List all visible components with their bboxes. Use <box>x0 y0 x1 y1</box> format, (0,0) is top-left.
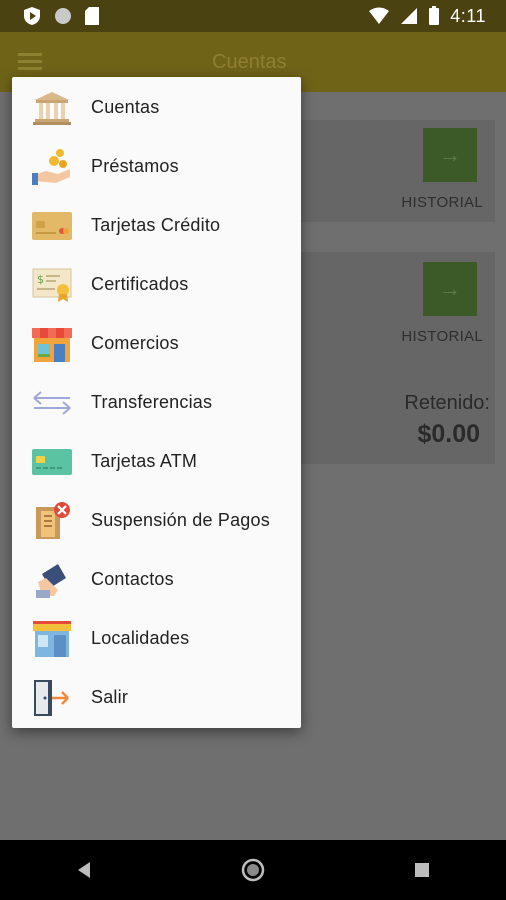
battery-icon <box>429 6 440 25</box>
loan-coins-icon <box>32 147 72 187</box>
history-label: HISTORIAL <box>401 328 483 345</box>
play-protect-icon <box>24 7 40 25</box>
menu-item-label: Préstamos <box>91 156 179 176</box>
menu-item-label: Transferencias <box>91 392 213 412</box>
atm-card-icon <box>32 442 72 482</box>
menu-item-label: Contactos <box>91 569 174 589</box>
page-title: Cuentas <box>212 50 287 73</box>
menu-item-label: Salir <box>91 687 129 707</box>
menu-item-label: Tarjetas ATM <box>91 451 198 471</box>
arrow-right-icon: → <box>439 276 461 301</box>
status-right: 4:11 <box>368 6 506 27</box>
locations-building-icon <box>32 619 72 659</box>
history-label: HISTORIAL <box>401 194 483 211</box>
home-button[interactable] <box>223 840 283 900</box>
menu-item-transferencias[interactable]: Transferencias <box>12 373 301 432</box>
transfer-arrows-icon <box>32 383 72 423</box>
credit-card-icon <box>32 206 72 246</box>
status-bar: 4:11 <box>0 0 506 32</box>
contacts-phone-icon <box>32 560 72 600</box>
store-icon <box>32 324 72 364</box>
menu-item-label: Tarjetas Crédito <box>91 215 221 235</box>
menu-item-comercios[interactable]: Comercios <box>12 314 301 373</box>
system-navigation-bar <box>0 840 506 900</box>
menu-item-cuentas[interactable]: Cuentas <box>12 78 301 137</box>
navigation-drawer: Cuentas Préstamos Tarjetas Crédito $ Cer… <box>12 77 301 728</box>
svg-text:$: $ <box>37 273 44 286</box>
menu-item-tarjetas-credito[interactable]: Tarjetas Crédito <box>12 196 301 255</box>
menu-item-tarjetas-atm[interactable]: Tarjetas ATM <box>12 432 301 491</box>
certificate-icon: $ <box>32 265 72 305</box>
history-button[interactable]: → <box>423 128 477 182</box>
circle-notification-icon <box>55 8 71 24</box>
payment-suspension-icon <box>32 501 72 541</box>
wifi-icon <box>369 7 390 24</box>
menu-icon[interactable] <box>18 53 42 71</box>
recents-square-icon <box>414 863 429 877</box>
menu-item-label: Localidades <box>91 628 190 648</box>
signal-icon <box>401 8 418 24</box>
history-button[interactable]: → <box>423 262 477 316</box>
menu-item-label: Suspensión de Pagos <box>91 510 270 530</box>
menu-item-salir[interactable]: Salir <box>12 668 301 727</box>
menu-item-label: Comercios <box>91 333 179 353</box>
retained-value: $0.00 <box>417 420 480 448</box>
menu-item-label: Certificados <box>91 274 189 294</box>
recents-button[interactable] <box>392 840 452 900</box>
menu-item-contactos[interactable]: Contactos <box>12 550 301 609</box>
menu-item-suspension-de-pagos[interactable]: Suspensión de Pagos <box>12 491 301 550</box>
menu-item-localidades[interactable]: Localidades <box>12 609 301 668</box>
home-circle-icon <box>241 858 265 882</box>
back-button[interactable] <box>54 840 114 900</box>
retained-label: Retenido: <box>404 392 490 414</box>
arrow-right-icon: → <box>439 142 461 167</box>
bank-icon <box>32 88 72 128</box>
menu-item-prestamos[interactable]: Préstamos <box>12 137 301 196</box>
sd-card-icon <box>85 7 99 25</box>
exit-door-icon <box>32 678 72 718</box>
menu-item-label: Cuentas <box>91 97 160 117</box>
back-triangle-icon <box>78 862 91 878</box>
status-left <box>0 6 100 26</box>
account-card: → HISTORIAL <box>295 120 495 222</box>
menu-item-certificados[interactable]: $ Certificados <box>12 255 301 314</box>
status-time: 4:11 <box>450 5 486 26</box>
